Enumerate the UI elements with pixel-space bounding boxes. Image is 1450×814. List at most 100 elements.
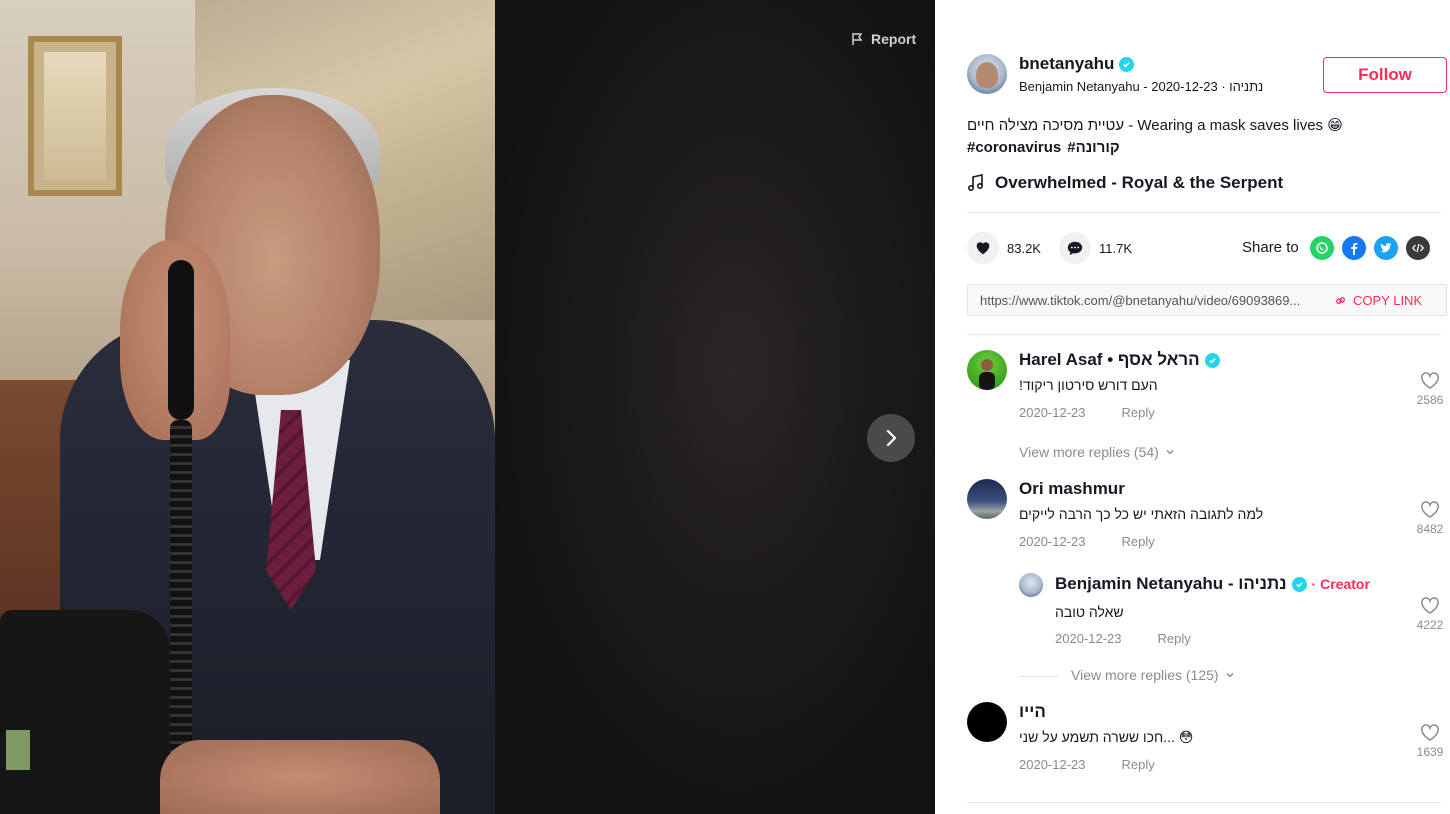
comment-like-count: 1639 bbox=[1416, 745, 1444, 759]
wall-picture bbox=[28, 36, 122, 196]
divider bbox=[967, 212, 1441, 213]
comment-text: חכו ששרה תשמע על שני... 😳 bbox=[1019, 729, 1194, 745]
share-link-url[interactable]: https://www.tiktok.com/@bnetanyahu/video… bbox=[968, 293, 1326, 308]
comment-like-count: 8482 bbox=[1416, 522, 1444, 536]
verified-icon bbox=[1119, 56, 1135, 72]
comment-meta: 2020-12-23 Reply bbox=[1019, 405, 1155, 420]
video-frame[interactable] bbox=[0, 0, 495, 814]
comment-stat: 11.7K bbox=[1059, 232, 1132, 264]
creator-badge: · Creator bbox=[1311, 576, 1370, 592]
reply-author-name[interactable]: Benjamin Netanyahu - נתניהו · Creator bbox=[1055, 574, 1370, 594]
author-username-text: bnetanyahu bbox=[1019, 54, 1115, 73]
commenter-avatar[interactable] bbox=[967, 350, 1007, 390]
facebook-icon bbox=[1351, 243, 1358, 255]
follow-button[interactable]: Follow bbox=[1323, 57, 1447, 93]
comment-icon bbox=[1067, 241, 1083, 256]
whatsapp-icon bbox=[1316, 242, 1328, 254]
view-more-label: View more replies (54) bbox=[1019, 444, 1159, 460]
person-hand-lower bbox=[160, 740, 440, 814]
twitter-icon bbox=[1380, 243, 1392, 253]
video-caption: עטיית מסיכה מצילה חיים - Wearing a mask … bbox=[967, 117, 1343, 134]
flag-icon bbox=[852, 33, 863, 45]
report-button[interactable]: Report bbox=[851, 31, 916, 47]
author-username[interactable]: bnetanyahu bbox=[1019, 54, 1135, 74]
reply-button[interactable]: Reply bbox=[1122, 405, 1155, 420]
comment-meta: 2020-12-23 Reply bbox=[1019, 534, 1155, 549]
comment-like-button[interactable]: 8482 bbox=[1413, 501, 1447, 536]
view-more-replies[interactable]: View more replies (125) bbox=[1071, 667, 1235, 683]
heart-outline-icon bbox=[1421, 501, 1439, 518]
chevron-down-icon bbox=[1226, 673, 1234, 678]
video-player[interactable]: Report bbox=[0, 0, 935, 814]
comment-like-button[interactable]: 1639 bbox=[1413, 724, 1447, 759]
code-icon bbox=[1411, 243, 1425, 253]
facebook-share-button[interactable] bbox=[1342, 236, 1366, 260]
comment-text: !העם דורש סירטון ריקוד bbox=[1019, 377, 1158, 393]
comment-like-count: 2586 bbox=[1416, 393, 1444, 407]
reply-button[interactable]: Reply bbox=[1122, 757, 1155, 772]
caption-tags: #coronavirus #קורונה bbox=[967, 139, 1120, 156]
reply-divider bbox=[1019, 676, 1059, 677]
commenter-name-text: Ori mashmur bbox=[1019, 479, 1125, 498]
divider bbox=[967, 802, 1441, 803]
view-more-replies[interactable]: View more replies (54) bbox=[1019, 444, 1175, 460]
music-link[interactable]: Overwhelmed - Royal & the Serpent bbox=[967, 173, 1283, 193]
commenter-name-text: הייו bbox=[1019, 702, 1046, 721]
divider bbox=[967, 334, 1441, 335]
report-label: Report bbox=[871, 31, 917, 47]
commenter-name-text: Harel Asaf • הראל אסף bbox=[1019, 350, 1200, 369]
embed-share-button[interactable] bbox=[1406, 236, 1430, 260]
like-count: 83.2K bbox=[1007, 240, 1041, 256]
reply-text: שאלה טובה bbox=[1055, 604, 1124, 620]
heart-outline-icon bbox=[1421, 372, 1439, 389]
whatsapp-share-button[interactable] bbox=[1310, 236, 1334, 260]
comment-button[interactable] bbox=[1059, 232, 1091, 264]
heart-icon bbox=[976, 242, 990, 255]
heart-outline-icon bbox=[1421, 724, 1439, 741]
author-subline: Benjamin Netanyahu - 2020-12-23 · נתניהו bbox=[1019, 79, 1264, 94]
twitter-share-button[interactable] bbox=[1374, 236, 1398, 260]
copy-link-label: COPY LINK bbox=[1353, 292, 1423, 308]
comment-date: 2020-12-23 bbox=[1019, 405, 1086, 420]
like-button[interactable] bbox=[967, 232, 999, 264]
hashtag-link[interactable]: #coronavirus bbox=[967, 139, 1061, 156]
link-icon bbox=[1336, 296, 1345, 304]
stats-row: 83.2K 11.7K Share to bbox=[967, 232, 1447, 264]
reply-author-name-text: Benjamin Netanyahu - נתניהו bbox=[1055, 574, 1287, 593]
commenter-avatar[interactable] bbox=[967, 479, 1007, 519]
like-stat: 83.2K bbox=[967, 232, 1041, 264]
side-panel: bnetanyahu Benjamin Netanyahu - 2020-12-… bbox=[935, 0, 1450, 814]
comment-date: 2020-12-23 bbox=[1019, 757, 1086, 772]
chevron-down-icon bbox=[1166, 450, 1174, 455]
view-more-label: View more replies (125) bbox=[1071, 667, 1219, 683]
music-title: Overwhelmed - Royal & the Serpent bbox=[995, 173, 1284, 192]
chevron-right-icon bbox=[886, 429, 897, 447]
comment-count: 11.7K bbox=[1099, 240, 1133, 256]
commenter-name[interactable]: Ori mashmur bbox=[1019, 479, 1125, 499]
verified-icon bbox=[1204, 352, 1220, 368]
comment-meta: 2020-12-23 Reply bbox=[1019, 757, 1155, 772]
comment-text: למה לתגובה הזאתי יש כל כך הרבה לייקים bbox=[1019, 506, 1264, 522]
share-link-box: https://www.tiktok.com/@bnetanyahu/video… bbox=[967, 284, 1447, 316]
reply-button[interactable]: Reply bbox=[1122, 534, 1155, 549]
hashtag-link[interactable]: #קורונה bbox=[1067, 139, 1119, 156]
copy-link-button[interactable]: COPY LINK bbox=[1326, 293, 1446, 308]
reply-like-count: 4222 bbox=[1416, 618, 1444, 632]
comment-item: Ori mashmur למה לתגובה הזאתי יש כל כך הר… bbox=[967, 479, 1447, 569]
share-label: Share to bbox=[1242, 239, 1299, 256]
comment-item: הייו חכו ששרה תשמע על שני... 😳 2020-12-2… bbox=[967, 702, 1447, 792]
video-blur-background bbox=[495, 0, 935, 814]
comment-like-button[interactable]: 2586 bbox=[1413, 372, 1447, 407]
reply-author-avatar[interactable] bbox=[1019, 573, 1043, 597]
commenter-name[interactable]: Harel Asaf • הראל אסף bbox=[1019, 350, 1220, 370]
reply-button[interactable]: Reply bbox=[1158, 631, 1191, 646]
next-video-button[interactable] bbox=[867, 414, 915, 462]
reply-date: 2020-12-23 bbox=[1055, 631, 1122, 646]
reply-like-button[interactable]: 4222 bbox=[1413, 597, 1447, 632]
phone-base bbox=[0, 610, 170, 814]
commenter-name[interactable]: הייו bbox=[1019, 702, 1046, 722]
phone-handset bbox=[168, 260, 194, 420]
commenter-avatar[interactable] bbox=[967, 702, 1007, 742]
author-avatar[interactable] bbox=[967, 54, 1007, 94]
reply-item: Benjamin Netanyahu - נתניהו · Creator שא… bbox=[1019, 573, 1447, 653]
